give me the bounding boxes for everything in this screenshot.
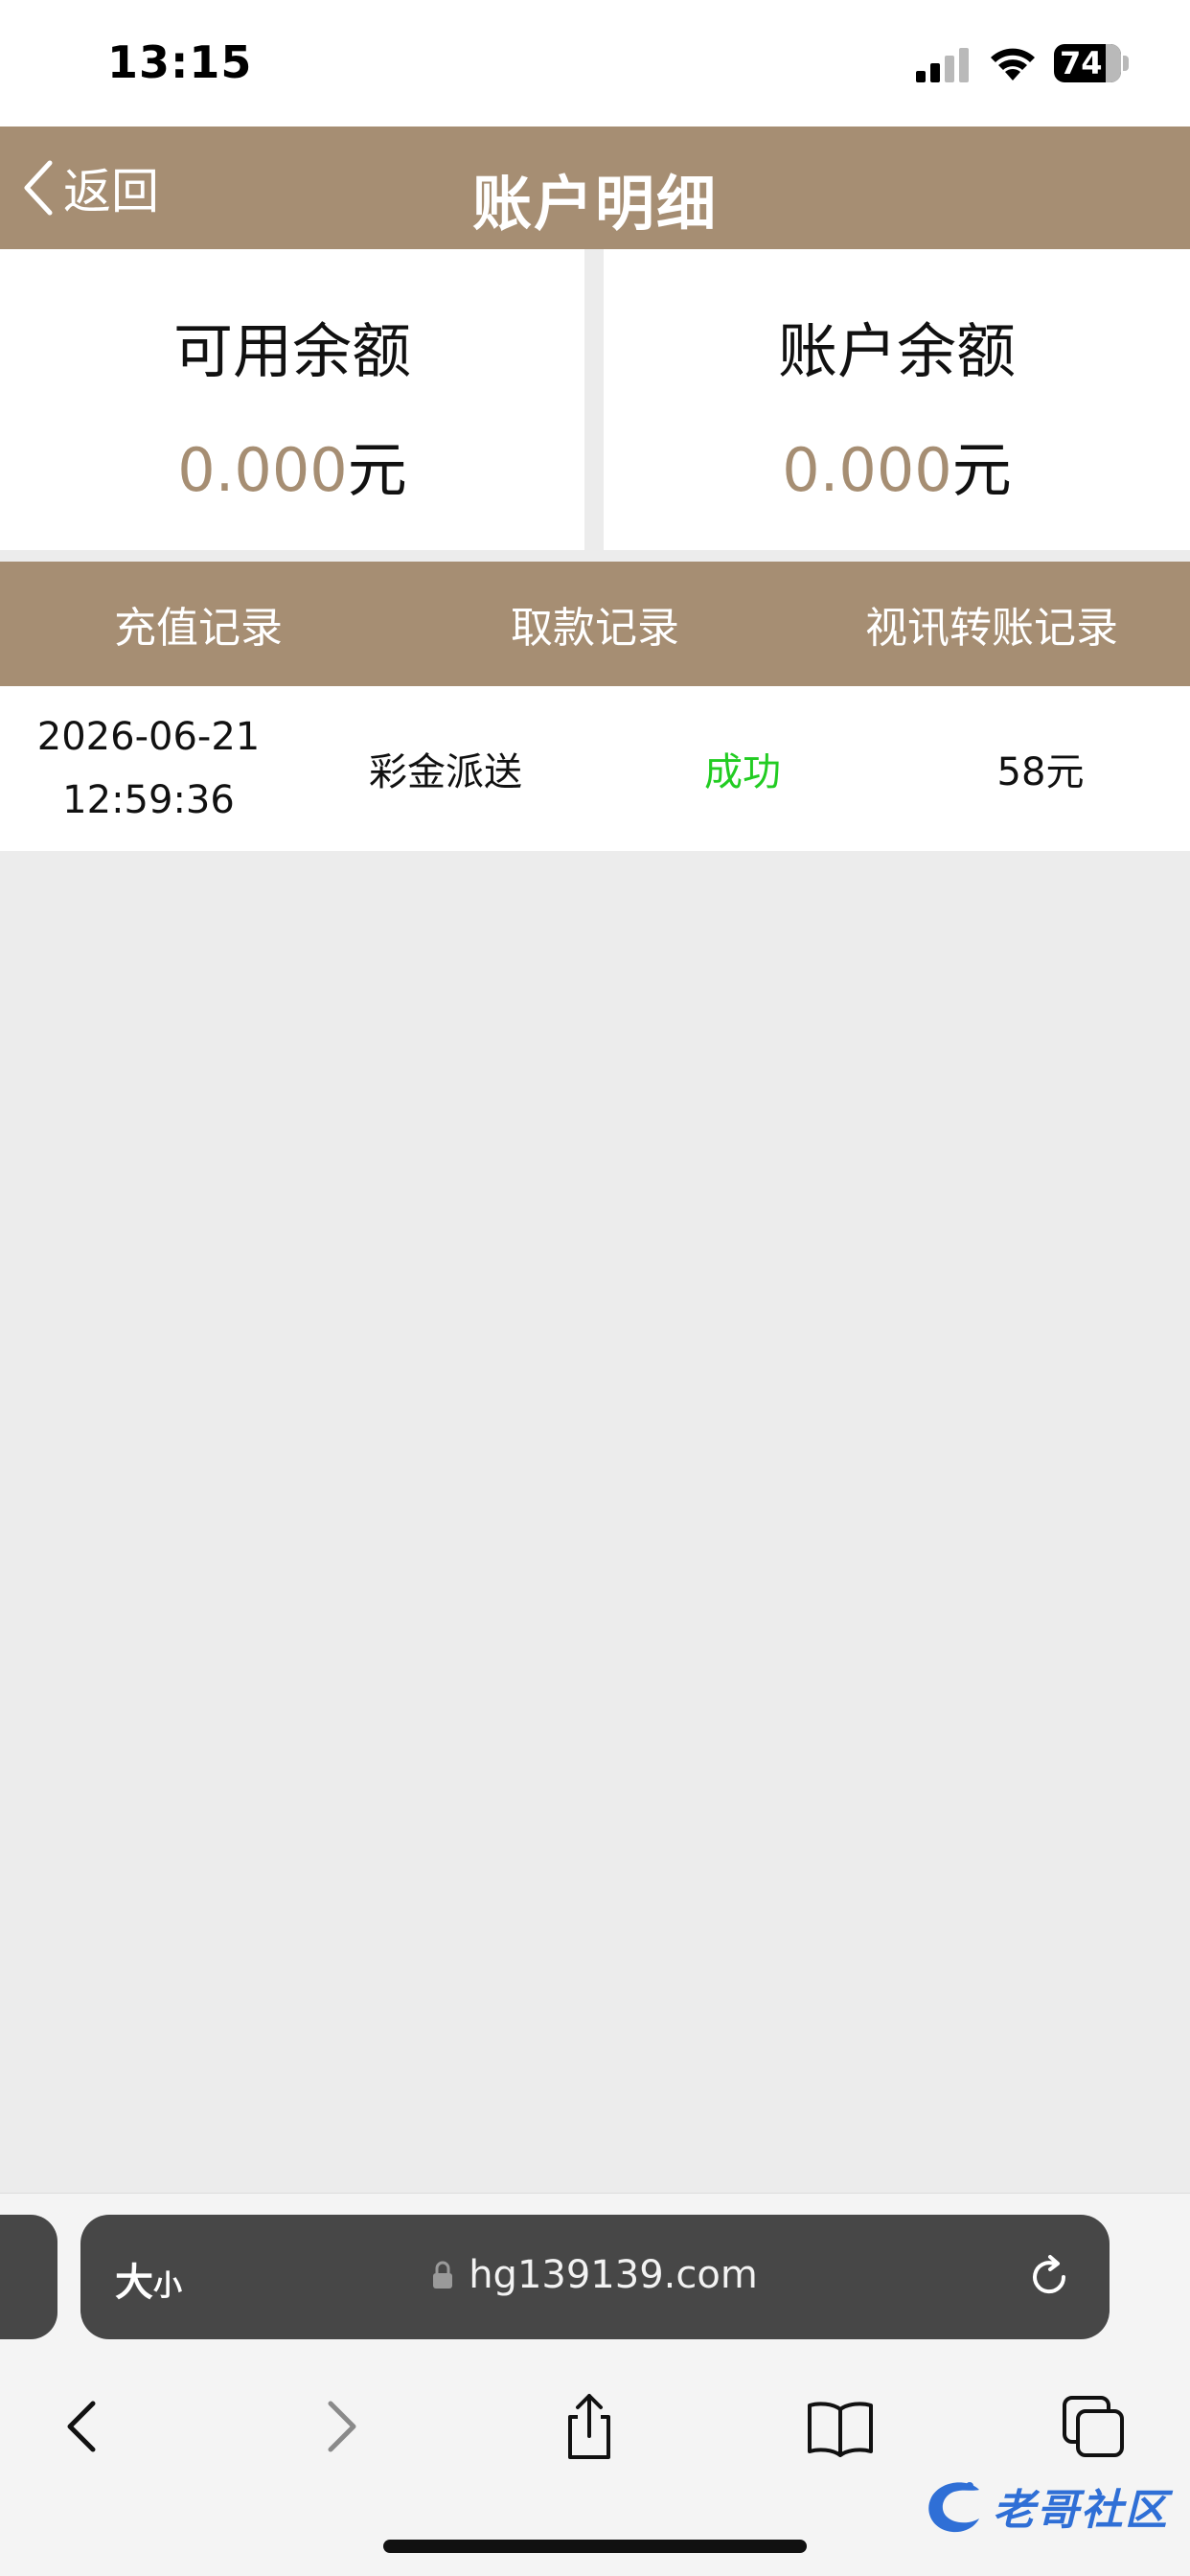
tabs-icon — [1063, 2396, 1124, 2457]
book-icon — [808, 2402, 873, 2457]
bookmarks-button[interactable] — [797, 2383, 883, 2470]
signal-icon — [916, 48, 969, 82]
list-item: 2026-06-21 12:59:36 彩金派送 成功 58元 — [0, 686, 1190, 851]
lock-icon — [433, 2261, 453, 2288]
record-description: 彩金派送 — [369, 750, 522, 794]
chevron-right-icon — [328, 2401, 356, 2452]
account-balance-unit: 元 — [951, 435, 1012, 505]
share-button[interactable] — [546, 2383, 632, 2470]
tab-video-transfer-records[interactable]: 视讯转账记录 — [793, 562, 1190, 686]
record-time: 12:59:36 — [62, 778, 235, 822]
battery-icon: 74 — [1054, 44, 1121, 82]
record-amount: 58元 — [996, 750, 1085, 794]
available-balance-card: 可用余额 0.000元 — [0, 249, 584, 550]
browser-back-button[interactable] — [40, 2383, 126, 2470]
available-balance-value: 0.000元 — [0, 422, 584, 508]
wifi-icon — [991, 48, 1035, 80]
dragon-logo-icon — [928, 2482, 979, 2533]
battery-level: 74 — [1060, 45, 1103, 81]
url-text: hg139139.com — [469, 2253, 758, 2297]
home-indicator[interactable] — [383, 2540, 807, 2553]
record-date: 2026-06-21 — [36, 715, 261, 759]
page-title: 账户明细 — [471, 169, 718, 239]
balance-section: 可用余额 0.000元 账户余额 0.000元 — [0, 249, 1190, 550]
record-datetime: 2026-06-21 12:59:36 — [0, 686, 297, 851]
available-balance-label: 可用余额 — [172, 316, 411, 386]
chevron-left-icon — [67, 2401, 96, 2452]
tab-deposit-records[interactable]: 充值记录 — [0, 562, 397, 686]
watermark-logo: 老哥社区 — [922, 2465, 1180, 2547]
tab-withdraw-records[interactable]: 取款记录 — [397, 562, 793, 686]
app-header: 返回 账户明细 — [0, 126, 1190, 249]
tabs-button[interactable] — [1050, 2383, 1136, 2470]
record-tabs: 充值记录 取款记录 视讯转账记录 — [0, 562, 1190, 686]
available-balance-unit: 元 — [347, 435, 407, 505]
url-display: hg139139.com — [80, 2253, 1110, 2297]
share-icon — [568, 2394, 610, 2459]
battery-cap — [1123, 56, 1129, 71]
status-bar: 13:15 74 — [0, 0, 1190, 126]
reload-icon[interactable] — [1025, 2253, 1073, 2301]
previous-tab-preview[interactable] — [0, 2215, 57, 2339]
address-bar[interactable]: 大小 hg139139.com — [80, 2215, 1110, 2339]
record-status: 成功 — [704, 750, 781, 794]
available-balance-amount: 0.000 — [177, 435, 348, 505]
account-balance-card: 账户余额 0.000元 — [604, 249, 1190, 550]
account-balance-amount: 0.000 — [782, 435, 952, 505]
watermark-text: 老哥社区 — [993, 2486, 1169, 2535]
account-balance-label: 账户余额 — [777, 316, 1016, 386]
account-balance-value: 0.000元 — [604, 422, 1190, 508]
browser-forward-button[interactable] — [297, 2383, 383, 2470]
status-time: 13:15 — [107, 36, 253, 88]
